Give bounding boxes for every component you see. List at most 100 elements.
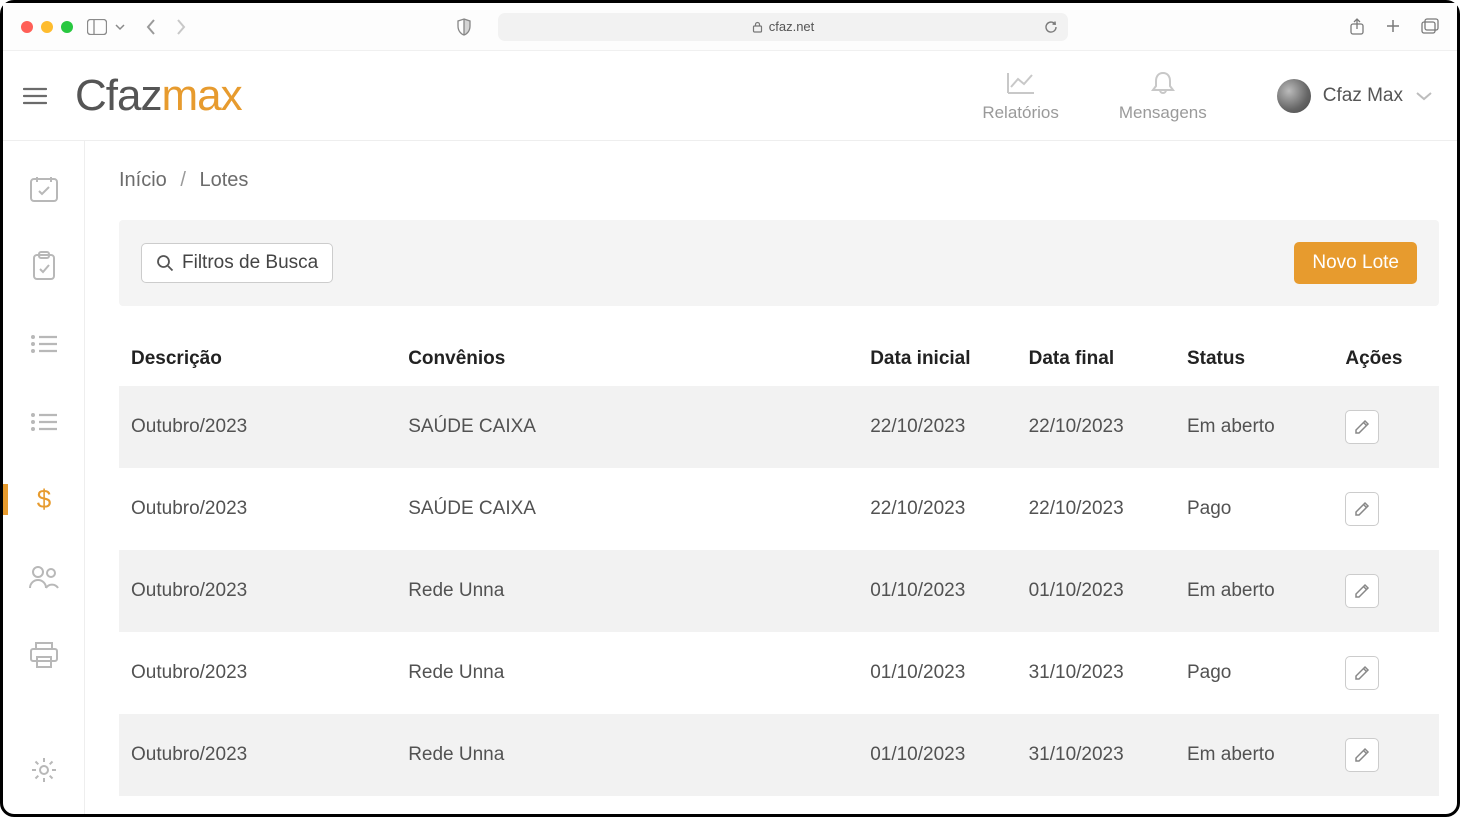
sidebar-item-finance[interactable]: $ — [3, 480, 84, 520]
user-menu[interactable]: Cfaz Max — [1277, 79, 1433, 113]
new-lote-button[interactable]: Novo Lote — [1294, 242, 1417, 284]
logo-part2: max — [161, 71, 241, 120]
cell-data-final: 01/10/2023 — [1017, 550, 1175, 632]
url-text: cfaz.net — [769, 19, 815, 34]
pencil-icon — [1354, 419, 1370, 435]
cell-convenios: SAÚDE CAIXA — [396, 386, 858, 468]
table-row: Outubro/2023Rede Unna01/10/202331/10/202… — [119, 714, 1439, 796]
th-data-inicial: Data inicial — [858, 332, 1016, 386]
bell-icon — [1149, 69, 1177, 97]
avatar — [1277, 79, 1311, 113]
breadcrumb-current: Lotes — [200, 169, 249, 191]
pencil-icon — [1354, 747, 1370, 763]
cell-status: Pago — [1175, 632, 1333, 714]
cell-acoes — [1333, 632, 1439, 714]
cell-descricao: Outubro/2023 — [119, 468, 396, 550]
edit-button[interactable] — [1345, 410, 1379, 444]
reports-nav[interactable]: Relatórios — [982, 69, 1059, 123]
cell-descricao: Outubro/2023 — [119, 550, 396, 632]
th-data-final: Data final — [1017, 332, 1175, 386]
th-descricao: Descrição — [119, 332, 396, 386]
svg-text:$: $ — [36, 484, 51, 514]
tabs-overview-button[interactable] — [1421, 18, 1439, 36]
cell-acoes — [1333, 386, 1439, 468]
chevron-down-icon[interactable] — [115, 22, 125, 32]
cell-descricao: Outubro/2023 — [119, 386, 396, 468]
toolbar: Filtros de Busca Novo Lote — [119, 220, 1439, 306]
share-button[interactable] — [1349, 18, 1365, 36]
close-window-button[interactable] — [21, 21, 33, 33]
app-header: Cfazmax Relatórios Mensagens Cfaz Max — [3, 51, 1457, 141]
minimize-window-button[interactable] — [41, 21, 53, 33]
filter-button[interactable]: Filtros de Busca — [141, 243, 333, 283]
search-icon — [156, 254, 174, 272]
maximize-window-button[interactable] — [61, 21, 73, 33]
privacy-shield-icon[interactable] — [456, 18, 472, 36]
cell-acoes — [1333, 714, 1439, 796]
forward-button[interactable] — [175, 18, 187, 36]
pencil-icon — [1354, 501, 1370, 517]
cell-data-final: 31/10/2023 — [1017, 632, 1175, 714]
th-acoes: Ações — [1333, 332, 1439, 386]
sidebar-item-clipboard[interactable] — [3, 247, 84, 287]
reports-label: Relatórios — [982, 103, 1059, 123]
edit-button[interactable] — [1345, 574, 1379, 608]
cell-descricao: Outubro/2023 — [119, 632, 396, 714]
cell-convenios: Rede Unna — [396, 714, 858, 796]
address-bar[interactable]: cfaz.net — [498, 13, 1068, 41]
sidebar-item-list-2[interactable] — [3, 402, 84, 442]
breadcrumb-home[interactable]: Início — [119, 169, 167, 191]
cell-status: Em aberto — [1175, 386, 1333, 468]
edit-button[interactable] — [1345, 492, 1379, 526]
cell-convenios: Rede Unna — [396, 632, 858, 714]
lock-icon — [752, 21, 763, 33]
cell-data-inicial: 01/10/2023 — [858, 714, 1016, 796]
cell-convenios: Rede Unna — [396, 550, 858, 632]
sidebar-item-users[interactable] — [3, 557, 84, 597]
window-controls — [21, 21, 73, 33]
cell-data-final: 22/10/2023 — [1017, 468, 1175, 550]
messages-label: Mensagens — [1119, 103, 1207, 123]
app-logo: Cfazmax — [75, 71, 242, 121]
cell-convenios: SAÚDE CAIXA — [396, 468, 858, 550]
cell-data-final: 22/10/2023 — [1017, 386, 1175, 468]
table-row: Outubro/2023SAÚDE CAIXA22/10/202322/10/2… — [119, 386, 1439, 468]
sidebar-item-settings[interactable] — [3, 750, 84, 790]
back-button[interactable] — [145, 18, 157, 36]
pencil-icon — [1354, 583, 1370, 599]
cell-data-inicial: 22/10/2023 — [858, 468, 1016, 550]
sidebar-item-list-1[interactable] — [3, 324, 84, 364]
cell-status: Em aberto — [1175, 550, 1333, 632]
table-row: Outubro/2023Rede Unna01/10/202301/10/202… — [119, 550, 1439, 632]
sidebar-item-print[interactable] — [3, 635, 84, 675]
cell-data-inicial: 22/10/2023 — [858, 386, 1016, 468]
reload-button[interactable] — [1044, 20, 1058, 34]
gear-icon — [30, 756, 58, 784]
cell-data-final: 31/10/2023 — [1017, 714, 1175, 796]
edit-button[interactable] — [1345, 738, 1379, 772]
new-tab-button[interactable] — [1385, 18, 1401, 36]
pencil-icon — [1354, 665, 1370, 681]
cell-status: Em aberto — [1175, 714, 1333, 796]
cell-acoes — [1333, 468, 1439, 550]
sidebar-toggle-button[interactable] — [87, 19, 107, 35]
th-convenios: Convênios — [396, 332, 858, 386]
table-row: Outubro/2023Rede Unna01/10/202331/10/202… — [119, 632, 1439, 714]
browser-chrome: cfaz.net — [3, 3, 1457, 51]
cell-descricao: Outubro/2023 — [119, 714, 396, 796]
lotes-table: Descrição Convênios Data inicial Data fi… — [119, 332, 1439, 796]
breadcrumb: Início / Lotes — [119, 169, 1439, 192]
cell-acoes — [1333, 550, 1439, 632]
sidebar-item-calendar[interactable] — [3, 169, 84, 209]
logo-part1: Cfaz — [75, 71, 161, 120]
menu-toggle-button[interactable] — [15, 76, 55, 116]
messages-nav[interactable]: Mensagens — [1119, 69, 1207, 123]
edit-button[interactable] — [1345, 656, 1379, 690]
filter-label: Filtros de Busca — [182, 252, 318, 274]
table-row: Outubro/2023SAÚDE CAIXA22/10/202322/10/2… — [119, 468, 1439, 550]
sidebar: $ — [3, 141, 85, 814]
cell-status: Pago — [1175, 468, 1333, 550]
table-header-row: Descrição Convênios Data inicial Data fi… — [119, 332, 1439, 386]
dollar-icon: $ — [35, 484, 53, 514]
th-status: Status — [1175, 332, 1333, 386]
